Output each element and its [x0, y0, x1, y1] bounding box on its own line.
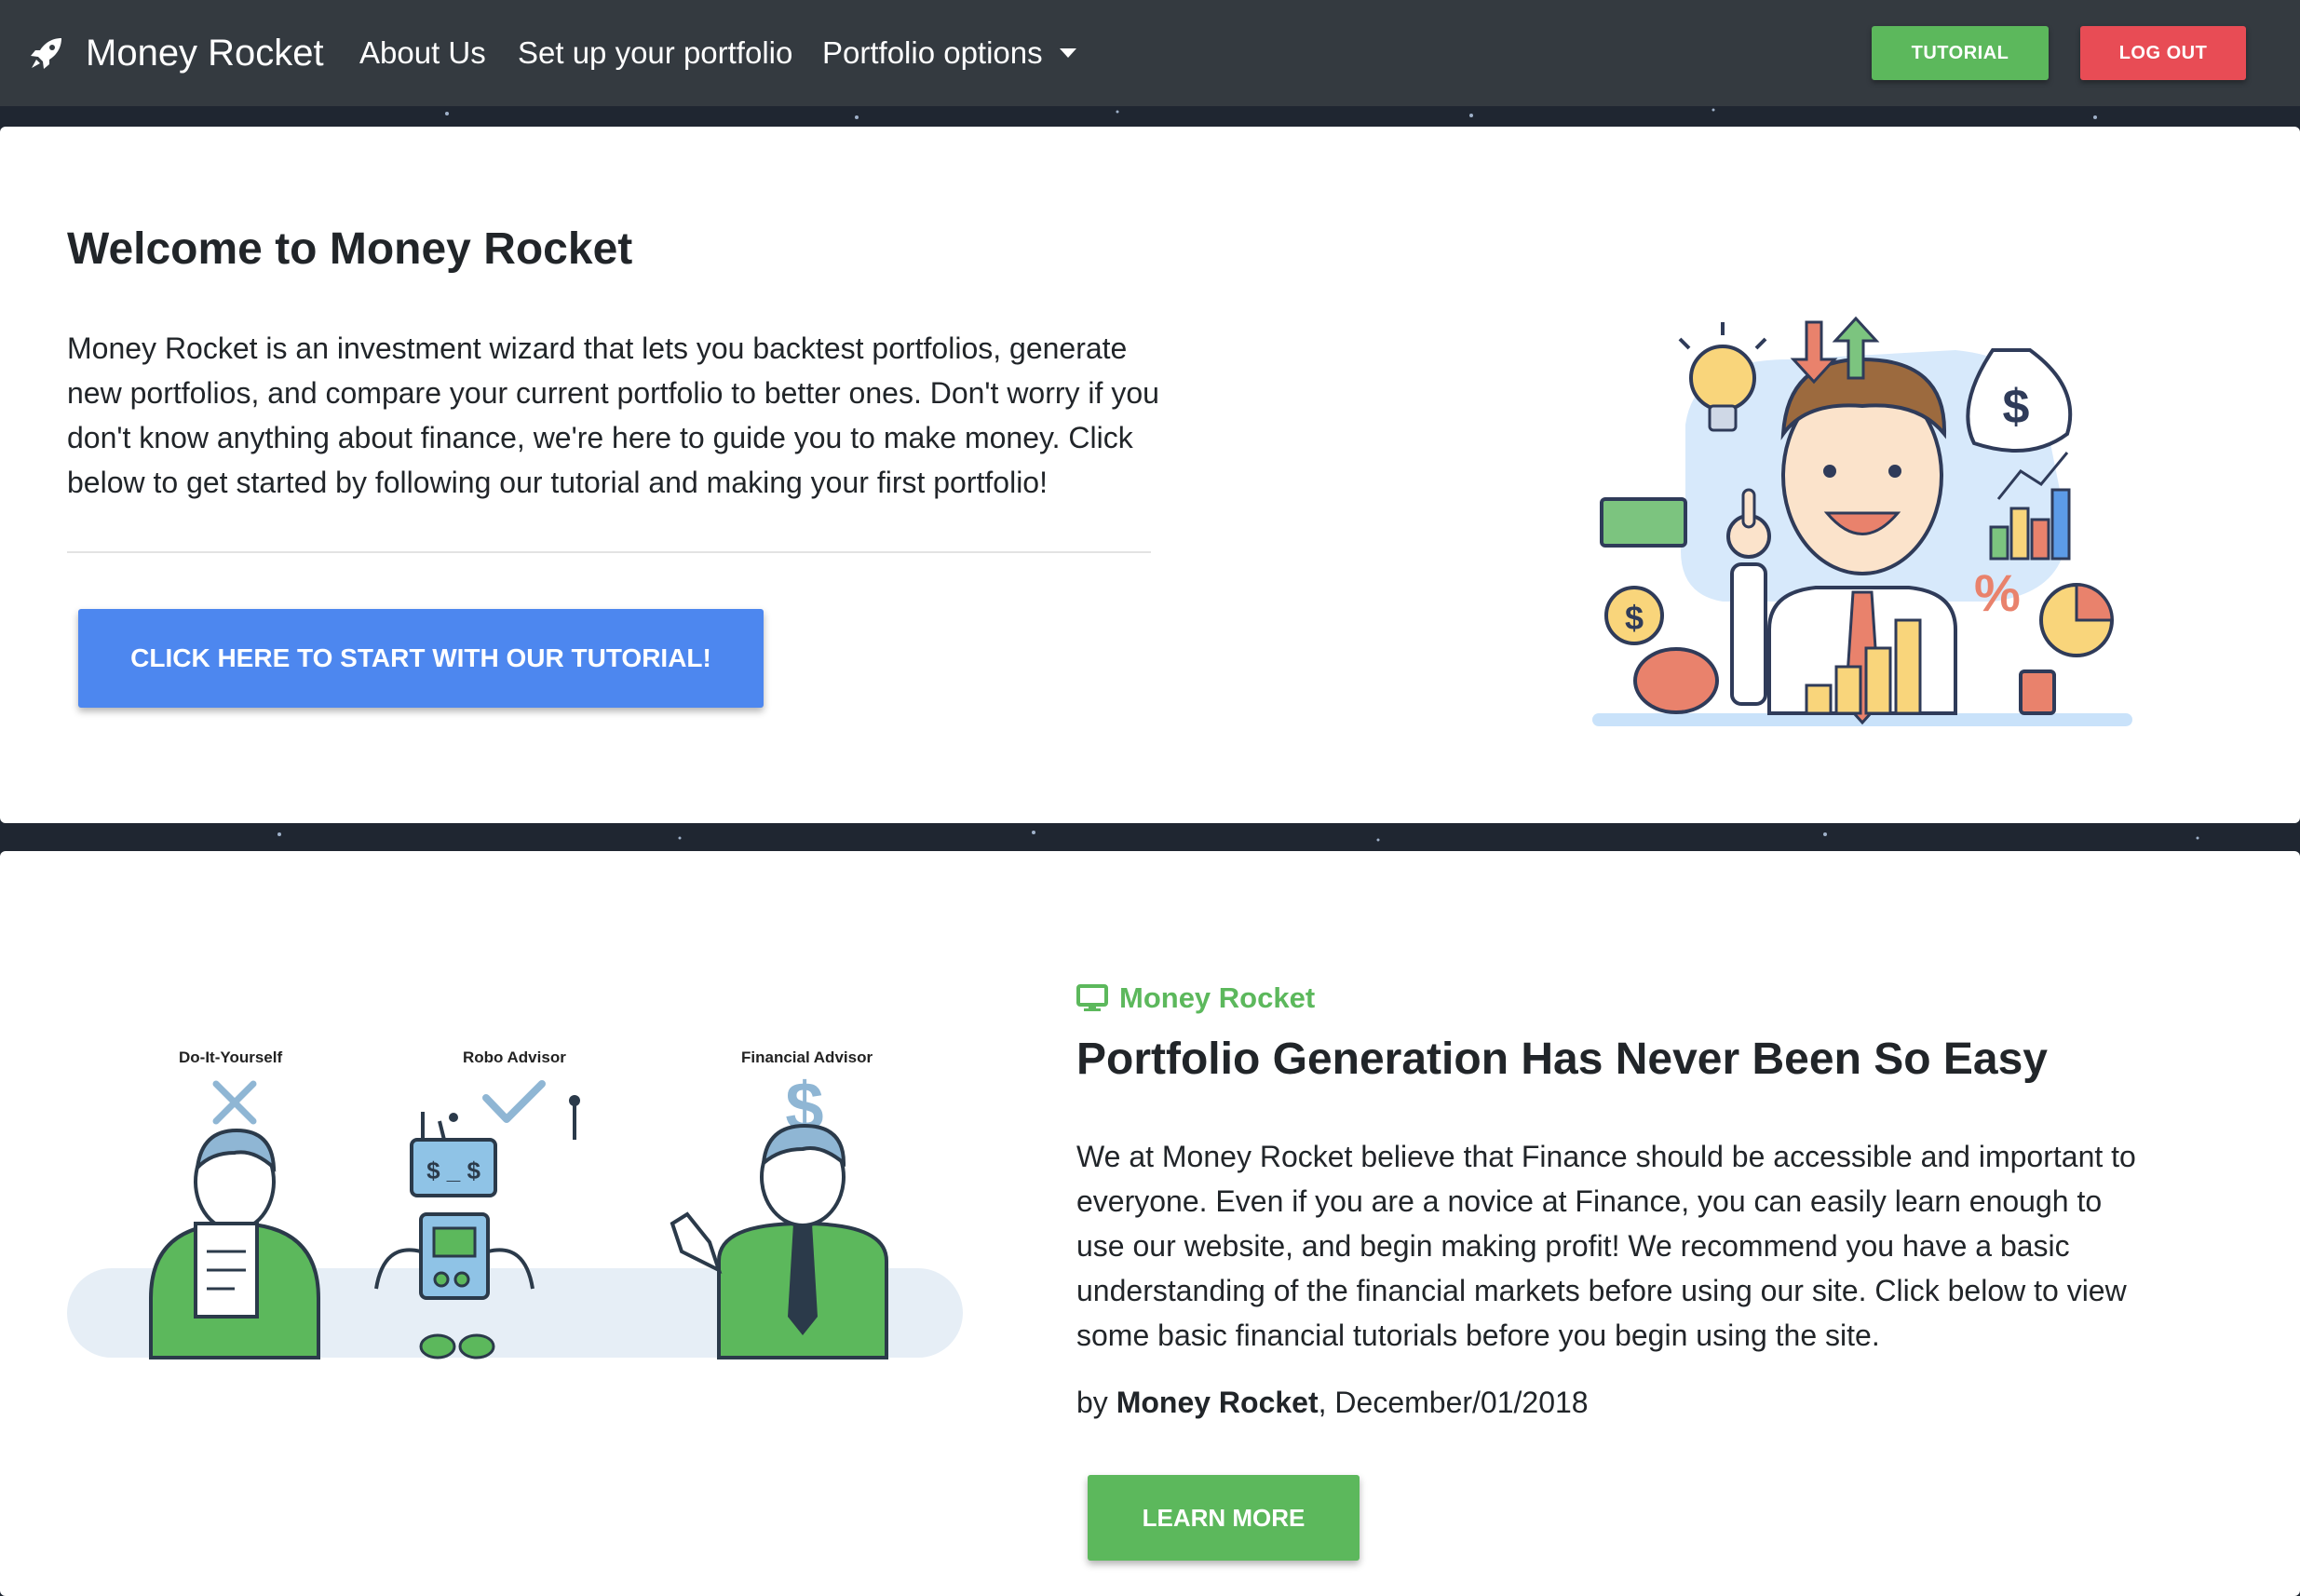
label-robo-advisor: Robo Advisor [463, 1048, 566, 1066]
feature-description: We at Money Rocket believe that Finance … [1076, 1140, 2136, 1352]
svg-text:%: % [1974, 563, 2021, 622]
section-eyebrow: Money Rocket [1076, 981, 1315, 1015]
label-do-it-yourself: Do-It-Yourself [179, 1048, 283, 1066]
feature-title: Portfolio Generation Has Never Been So E… [1076, 1035, 2048, 1084]
svg-text:$ _ $: $ _ $ [426, 1156, 480, 1184]
byline-author: Money Rocket [1116, 1386, 1319, 1419]
brand-link[interactable]: Money Rocket [28, 0, 324, 106]
learn-more-button[interactable]: LEARN MORE [1088, 1475, 1360, 1561]
byline-prefix: by [1076, 1386, 1108, 1419]
tutorial-button[interactable]: TUTORIAL [1872, 26, 2049, 80]
advisor-comparison-illustration: $ $ _ $ Do-It-Yourself Robo Advisor Fina… [67, 944, 963, 1373]
eyebrow-label: Money Rocket [1119, 981, 1316, 1014]
divider [67, 551, 1151, 553]
label-financial-advisor: Financial Advisor [741, 1048, 873, 1066]
top-navbar: Money Rocket About Us Set up your portfo… [0, 0, 2300, 106]
nav-set-up-portfolio[interactable]: Set up your portfolio [518, 0, 792, 106]
svg-text:$: $ [1625, 599, 1644, 637]
byline-date: , December/01/2018 [1318, 1386, 1589, 1419]
log-out-button[interactable]: LOG OUT [2080, 26, 2246, 80]
nav-portfolio-options-dropdown[interactable]: Portfolio options [822, 0, 1076, 106]
welcome-title: Welcome to Money Rocket [67, 224, 633, 274]
welcome-description: Money Rocket is an investment wizard tha… [67, 331, 1159, 499]
byline: by Money Rocket, December/01/2018 [1076, 1386, 1589, 1420]
nav-about-us[interactable]: About Us [359, 0, 486, 106]
portfolio-generation-card: $ $ _ $ Do-It-Yourself Robo Advisor Fina… [0, 851, 2300, 1596]
nav-portfolio-options-label: Portfolio options [822, 35, 1043, 70]
start-tutorial-button[interactable]: CLICK HERE TO START WITH OUR TUTORIAL! [78, 609, 764, 708]
desktop-icon [1076, 984, 1108, 1011]
rocket-icon [31, 38, 61, 69]
advisor-comparison-graphic: $ $ _ $ [67, 1068, 963, 1359]
caret-down-icon [1059, 48, 1076, 58]
finance-man-illustration: $ % $ [1592, 316, 2132, 726]
svg-text:$: $ [2003, 380, 2030, 434]
brand-name: Money Rocket [86, 32, 324, 74]
welcome-card: Welcome to Money Rocket Money Rocket is … [0, 127, 2300, 823]
